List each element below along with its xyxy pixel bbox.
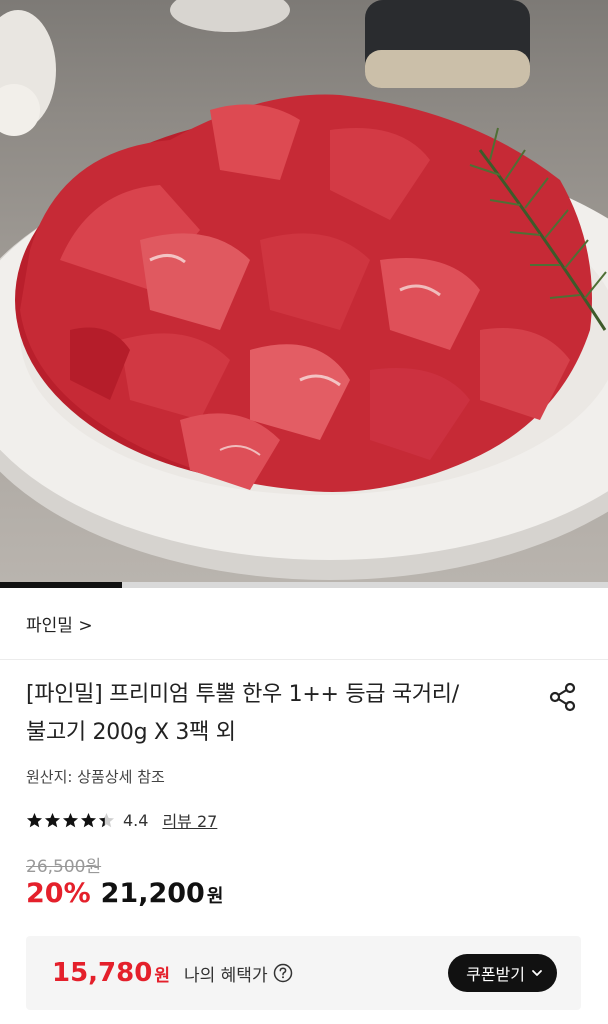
share-icon — [549, 682, 576, 712]
benefit-price-unit: 원 — [154, 965, 170, 986]
star-icon — [99, 812, 114, 827]
rating-row: 4.4 리뷰 27 — [26, 808, 217, 832]
star-icon — [27, 812, 42, 827]
benefit-box: 15,780 원 나의 혜택가 쿠폰받기 — [26, 936, 581, 1010]
rating-value: 4.4 — [123, 810, 149, 830]
brand-row: 파인밀 > — [0, 588, 608, 660]
star-rating — [26, 812, 115, 829]
origin-info: 원산지: 상품상세 참조 — [26, 768, 165, 786]
original-price: 26,500원 — [26, 857, 102, 877]
product-photo — [0, 0, 608, 580]
review-link[interactable]: 리뷰 27 — [162, 808, 217, 832]
product-title: [파인밀] 프리미엄 투뿔 한우 1++ 등급 국거리/ 불고기 200g X … — [26, 676, 526, 752]
product-title-line-1: [파인밀] 프리미엄 투뿔 한우 1++ 등급 국거리/ — [26, 682, 459, 707]
discount-rate: 20% — [26, 878, 91, 909]
question-circle-icon — [273, 963, 292, 983]
chevron-down-icon — [532, 970, 542, 976]
help-button[interactable] — [273, 963, 293, 983]
brand-link[interactable]: 파인밀 > — [26, 611, 93, 636]
benefit-price: 15,780 — [52, 958, 153, 988]
coupon-button-label: 쿠폰받기 — [466, 965, 525, 984]
star-icon — [81, 812, 96, 827]
sale-price-unit: 원 — [206, 886, 224, 907]
star-icon — [45, 812, 60, 827]
product-title-line-2: 불고기 200g X 3팩 외 — [26, 720, 236, 745]
benefit-label: 나의 혜택가 — [183, 965, 268, 986]
product-image[interactable] — [0, 0, 608, 582]
price-row: 20% 21,200 원 — [26, 878, 223, 909]
coupon-button[interactable]: 쿠폰받기 — [448, 954, 557, 992]
sale-price: 21,200 — [100, 878, 205, 909]
star-icon — [63, 812, 78, 827]
share-button[interactable] — [546, 680, 580, 714]
